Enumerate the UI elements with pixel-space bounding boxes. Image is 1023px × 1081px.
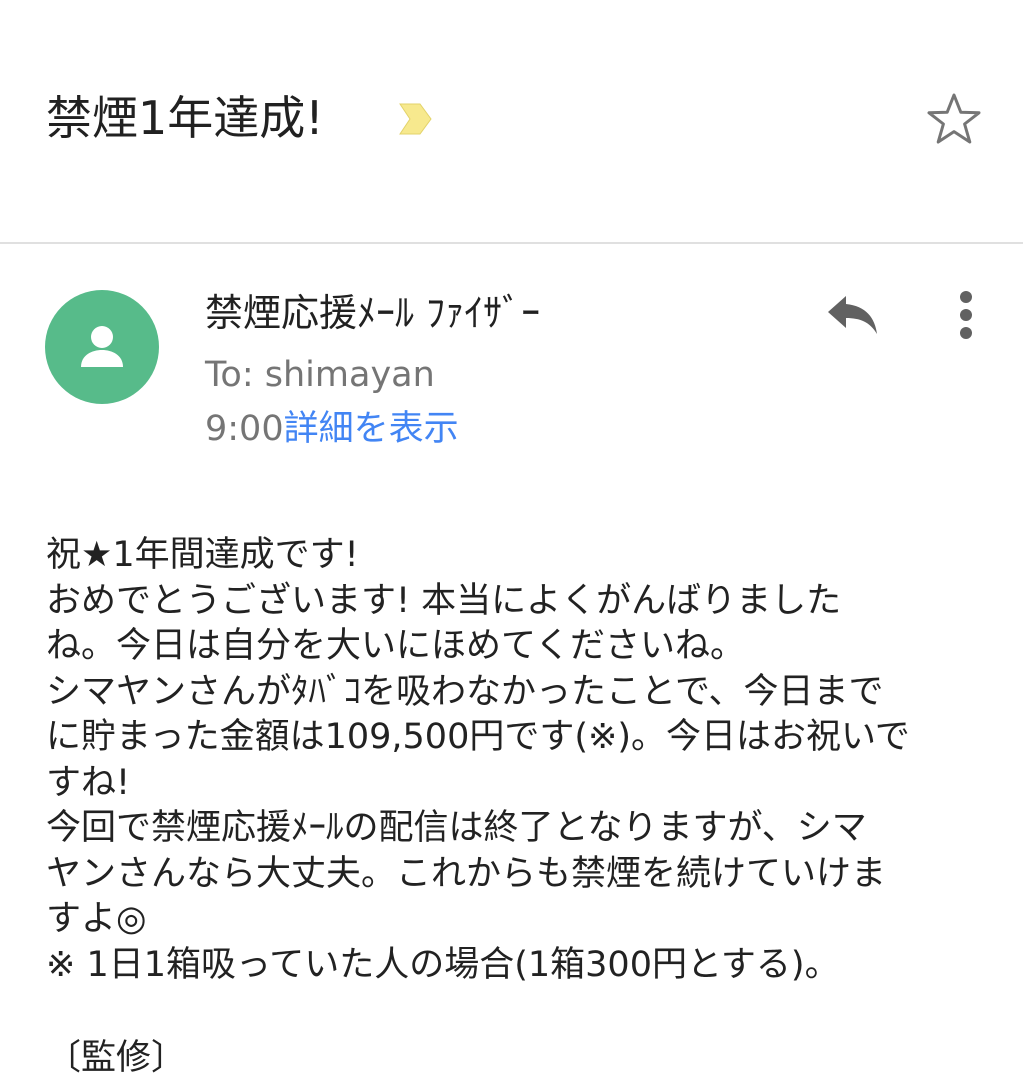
supervision-label: 〔監修〕 xyxy=(46,1038,187,1078)
email-body: 祝★1年間達成です! おめでとうございます! 本当によくがんばりました ね。今日… xyxy=(46,533,986,988)
star-icon xyxy=(927,93,981,144)
time-row: 9:00詳細を表示 xyxy=(205,404,459,454)
more-options-button[interactable] xyxy=(942,285,990,345)
email-subject: 禁煙1年達成! xyxy=(46,91,324,145)
sender-name: 禁煙応援ﾒｰﾙ ﾌｧｲｻﾞｰ xyxy=(205,291,541,335)
body-line: おめでとうございます! 本当によくがんばりました xyxy=(46,580,842,621)
body-line: シマヤンさんがﾀﾊﾞｺを吸わなかったことで、今日まで xyxy=(46,671,884,712)
person-icon xyxy=(81,326,123,367)
body-line: に貯まった金額は109,500円です(※)。今日はお祝いで xyxy=(46,717,910,757)
body-line: すね! xyxy=(46,762,131,803)
body-line: ※ 1日1箱吸っていた人の場合(1箱300円とする)。 xyxy=(46,944,840,985)
body-line: ね。今日は自分を大いにほめてくださいね。 xyxy=(46,626,745,666)
reply-icon xyxy=(828,296,877,334)
recipient-line: To: shimayan xyxy=(205,355,435,395)
body-line: 今回で禁煙応援ﾒｰﾙの配信は終了となりますが、シマ xyxy=(46,808,867,848)
importance-marker-icon[interactable] xyxy=(396,100,434,138)
subject-header: 禁煙1年達成! xyxy=(0,0,1023,242)
body-line: ヤンさんなら大丈夫。これからも禁煙を続けていけま xyxy=(46,853,887,894)
sender-avatar[interactable] xyxy=(45,290,159,404)
star-button[interactable] xyxy=(922,88,986,152)
more-vertical-icon xyxy=(960,291,972,339)
body-line: 祝★1年間達成です! xyxy=(46,535,359,575)
header-divider xyxy=(0,242,1023,244)
show-details-link[interactable]: 詳細を表示 xyxy=(284,409,459,449)
reply-button[interactable] xyxy=(818,285,886,345)
body-line: すよ◎ xyxy=(46,899,147,939)
sent-time: 9:00 xyxy=(205,409,284,449)
